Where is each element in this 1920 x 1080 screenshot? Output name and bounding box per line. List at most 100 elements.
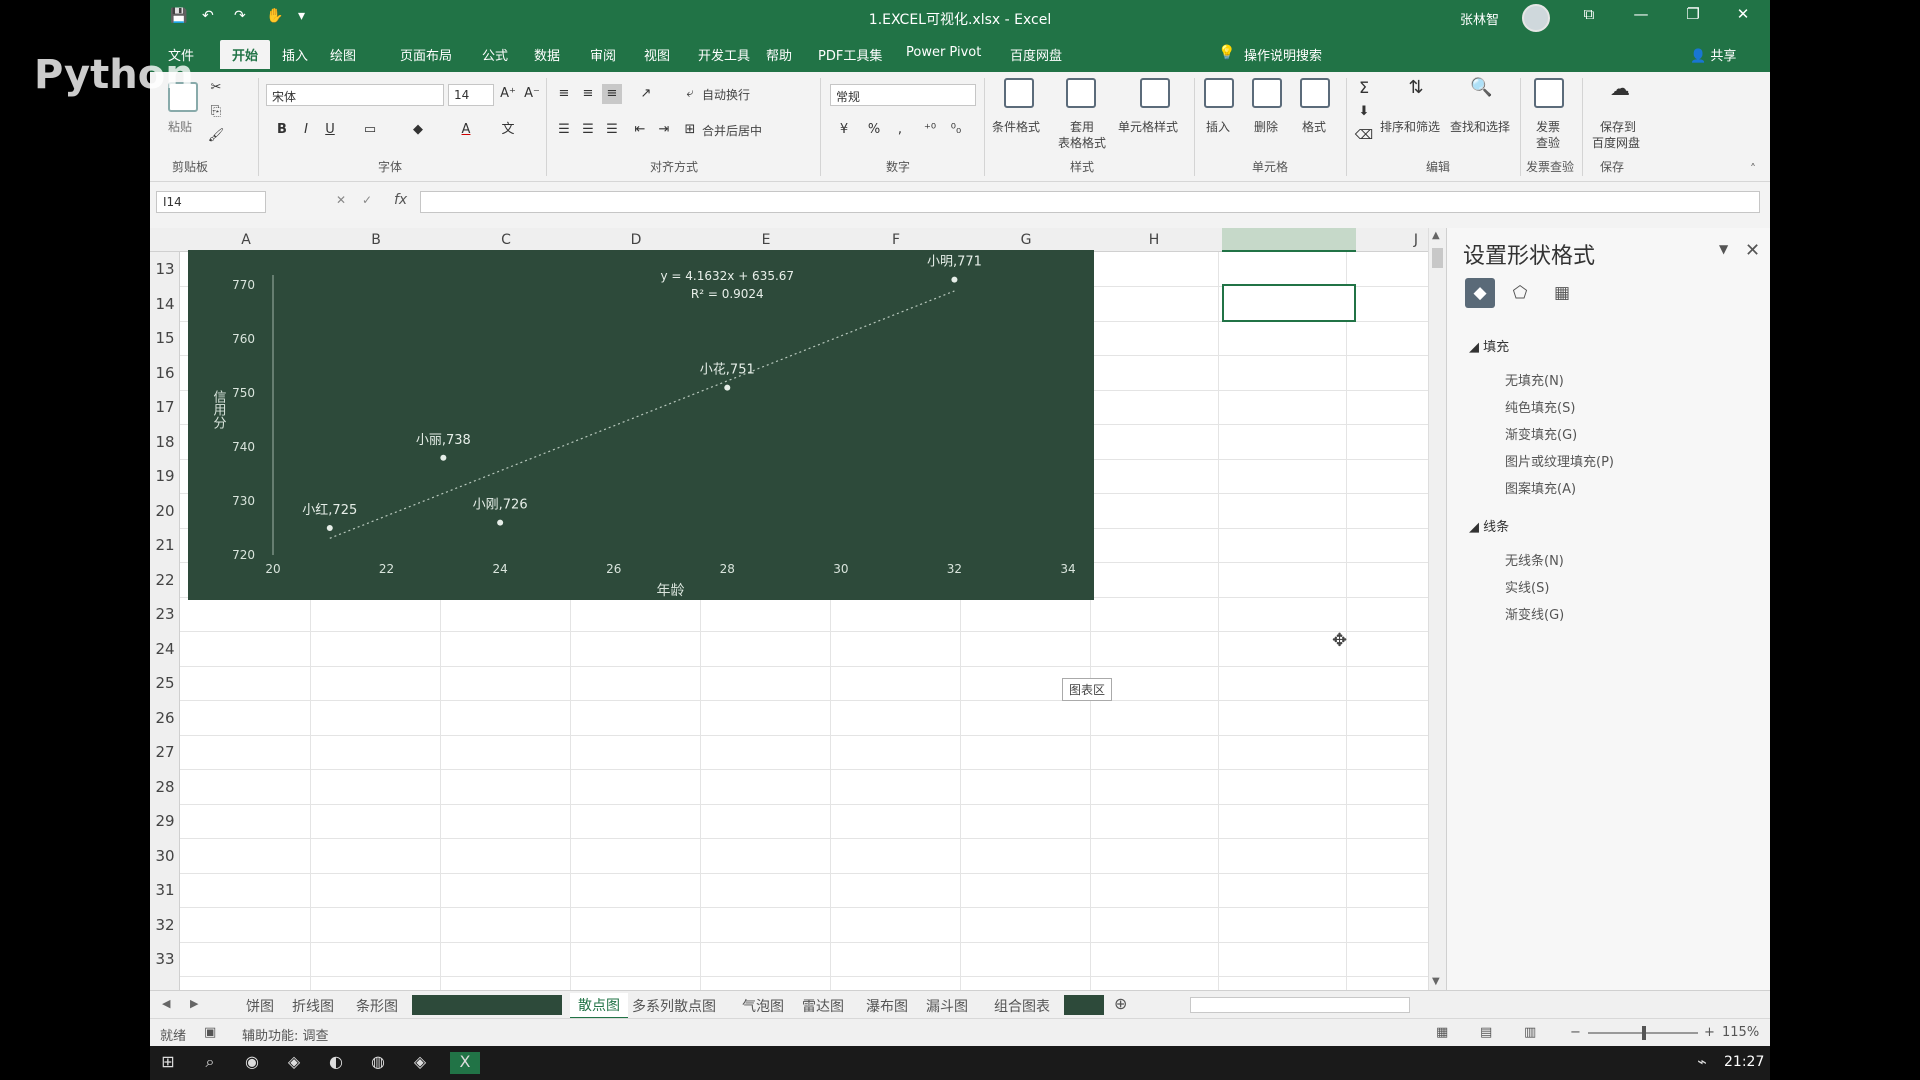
column-header[interactable]: C bbox=[496, 232, 516, 248]
active-cell-i14[interactable] bbox=[1222, 284, 1356, 322]
row-header[interactable]: 16 bbox=[150, 364, 180, 382]
zoom-slider-thumb[interactable] bbox=[1642, 1026, 1646, 1040]
row-header[interactable]: 23 bbox=[150, 605, 180, 623]
underline-icon[interactable]: U bbox=[320, 120, 340, 140]
undo-icon[interactable]: ↶ bbox=[202, 8, 214, 24]
currency-icon[interactable]: ¥ bbox=[834, 120, 854, 140]
invoice-label-1[interactable]: 发票 bbox=[1536, 118, 1560, 135]
clear-icon[interactable]: ⌫ bbox=[1354, 126, 1374, 146]
sheet-tab[interactable]: 组合图表 bbox=[994, 996, 1050, 1016]
column-header[interactable]: A bbox=[236, 232, 256, 248]
increase-decimal-icon[interactable]: ⁺⁰ bbox=[920, 120, 940, 140]
cell-styles-icon[interactable] bbox=[1140, 78, 1170, 108]
row-header[interactable]: 13 bbox=[150, 260, 180, 278]
save-icon[interactable]: 💾 bbox=[170, 8, 187, 24]
table-format-label-2[interactable]: 表格格式 bbox=[1058, 134, 1106, 151]
row-header[interactable]: 32 bbox=[150, 916, 180, 934]
collapse-ribbon-icon[interactable]: ˄ bbox=[1750, 162, 1756, 176]
scatter-chart[interactable]: 720 730 740 750 760 770 20 22 24 26 28 30 32 34 年龄 信用分 y… bbox=[188, 250, 1094, 600]
touch-mode-icon[interactable]: ✋ bbox=[266, 8, 283, 24]
prev-sheet-icon[interactable]: ◀ bbox=[162, 997, 170, 1010]
insert-cells-button[interactable]: 插入 bbox=[1206, 118, 1230, 135]
scroll-down-icon[interactable]: ▼ bbox=[1432, 976, 1440, 987]
number-format-select[interactable]: 常规 bbox=[830, 84, 976, 106]
copy-icon[interactable]: ⎘ bbox=[206, 102, 226, 122]
format-painter-icon[interactable]: 🖌 bbox=[206, 126, 226, 146]
shrink-font-icon[interactable]: A⁻ bbox=[522, 84, 542, 104]
column-header[interactable]: G bbox=[1016, 232, 1036, 248]
table-format-label-1[interactable]: 套用 bbox=[1070, 118, 1094, 135]
fill-option[interactable]: 图片或纹理填充(P) bbox=[1505, 451, 1614, 470]
scroll-thumb[interactable] bbox=[1432, 248, 1443, 268]
zoom-level[interactable]: 115% bbox=[1722, 1025, 1759, 1040]
cell-styles-button[interactable]: 单元格样式 bbox=[1118, 118, 1178, 135]
fill-option[interactable]: 渐变填充(G) bbox=[1505, 424, 1577, 443]
decrease-indent-icon[interactable]: ⇤ bbox=[630, 120, 650, 140]
ribbon-tab[interactable]: 百度网盘 bbox=[1010, 45, 1062, 64]
chrome-icon[interactable]: ◉ bbox=[240, 1052, 264, 1074]
fill-section-header[interactable]: ◢ 填充 bbox=[1469, 336, 1509, 355]
ribbon-tab[interactable]: 公式 bbox=[482, 45, 508, 64]
font-size-select[interactable]: 14 bbox=[448, 84, 494, 106]
sheet-tab[interactable]: 饼图 bbox=[246, 996, 274, 1016]
row-header[interactable]: 31 bbox=[150, 881, 180, 899]
enter-icon[interactable]: ✓ bbox=[362, 193, 372, 207]
invoice-label-2[interactable]: 查验 bbox=[1536, 134, 1560, 151]
normal-view-icon[interactable]: ▦ bbox=[1436, 1025, 1448, 1040]
align-right-icon[interactable]: ☰ bbox=[602, 120, 622, 140]
line-option[interactable]: 无线条(N) bbox=[1505, 550, 1564, 569]
formula-input[interactable] bbox=[420, 191, 1760, 213]
find-select-icon[interactable]: 🔍 bbox=[1470, 78, 1492, 98]
cut-icon[interactable]: ✂ bbox=[206, 78, 226, 98]
conditional-format-icon[interactable] bbox=[1004, 78, 1034, 108]
row-header[interactable]: 18 bbox=[150, 433, 180, 451]
row-header[interactable]: 19 bbox=[150, 467, 180, 485]
align-center-icon[interactable]: ☰ bbox=[578, 120, 598, 140]
line-section-header[interactable]: ◢ 线条 bbox=[1469, 516, 1509, 535]
insert-function-button[interactable]: fx bbox=[394, 192, 407, 208]
merge-center-button[interactable]: 合并后居中 bbox=[702, 122, 762, 139]
sheet-tab[interactable]: 折线图 bbox=[292, 996, 334, 1016]
row-header[interactable]: 25 bbox=[150, 674, 180, 692]
row-header[interactable]: 21 bbox=[150, 536, 180, 554]
vertical-scrollbar[interactable]: ▲ ▼ bbox=[1428, 228, 1446, 990]
row-header[interactable]: 20 bbox=[150, 502, 180, 520]
save-to-label-1[interactable]: 保存到 bbox=[1600, 118, 1636, 135]
customize-qat-icon[interactable]: ▾ bbox=[298, 8, 305, 24]
browser-icon[interactable]: ◍ bbox=[366, 1052, 390, 1074]
border-icon[interactable]: ▭ bbox=[360, 120, 380, 140]
percent-icon[interactable]: % bbox=[864, 120, 884, 140]
horizontal-scrollbar[interactable] bbox=[1190, 997, 1410, 1013]
ribbon-tab[interactable]: 数据 bbox=[534, 45, 560, 64]
zoom-out-icon[interactable]: − bbox=[1570, 1025, 1581, 1040]
align-middle-icon[interactable]: ≡ bbox=[578, 84, 598, 104]
column-header[interactable]: E bbox=[756, 232, 776, 248]
fill-color-icon[interactable]: ◆ bbox=[408, 120, 428, 140]
sheet-tab[interactable]: 瀑布图 bbox=[866, 996, 908, 1016]
delete-cells-icon[interactable] bbox=[1252, 78, 1282, 108]
column-header[interactable]: D bbox=[626, 232, 646, 248]
bold-icon[interactable]: B bbox=[272, 120, 292, 140]
zoom-in-icon[interactable]: + bbox=[1704, 1025, 1715, 1040]
effects-icon[interactable]: ⬠ bbox=[1505, 278, 1535, 308]
wechat-icon[interactable]: ◐ bbox=[324, 1052, 348, 1074]
macro-record-icon[interactable]: ▣ bbox=[204, 1025, 216, 1040]
sort-filter-button[interactable]: 排序和筛选 bbox=[1380, 118, 1440, 135]
orientation-icon[interactable]: ↗ bbox=[636, 84, 656, 104]
ribbon-tab[interactable]: 开发工具 bbox=[698, 45, 750, 64]
add-sheet-icon[interactable]: ⊕ bbox=[1114, 994, 1127, 1013]
fill-down-icon[interactable]: ⬇ bbox=[1354, 102, 1374, 122]
format-cells-icon[interactable] bbox=[1300, 78, 1330, 108]
delete-cells-button[interactable]: 删除 bbox=[1254, 118, 1278, 135]
column-header[interactable]: F bbox=[886, 232, 906, 248]
pane-close-icon[interactable]: ✕ bbox=[1745, 240, 1760, 261]
ribbon-tab[interactable]: 帮助 bbox=[766, 45, 792, 64]
page-layout-icon[interactable]: ▤ bbox=[1480, 1025, 1492, 1040]
page-break-icon[interactable]: ▥ bbox=[1524, 1025, 1536, 1040]
avatar[interactable] bbox=[1522, 4, 1550, 32]
column-header[interactable]: B bbox=[366, 232, 386, 248]
cancel-icon[interactable]: ✕ bbox=[336, 193, 346, 207]
find-select-button[interactable]: 查找和选择 bbox=[1450, 118, 1510, 135]
baidu-cloud-icon[interactable]: ☁ bbox=[1610, 78, 1630, 98]
sheet-tab[interactable]: 散点图 bbox=[570, 993, 628, 1019]
